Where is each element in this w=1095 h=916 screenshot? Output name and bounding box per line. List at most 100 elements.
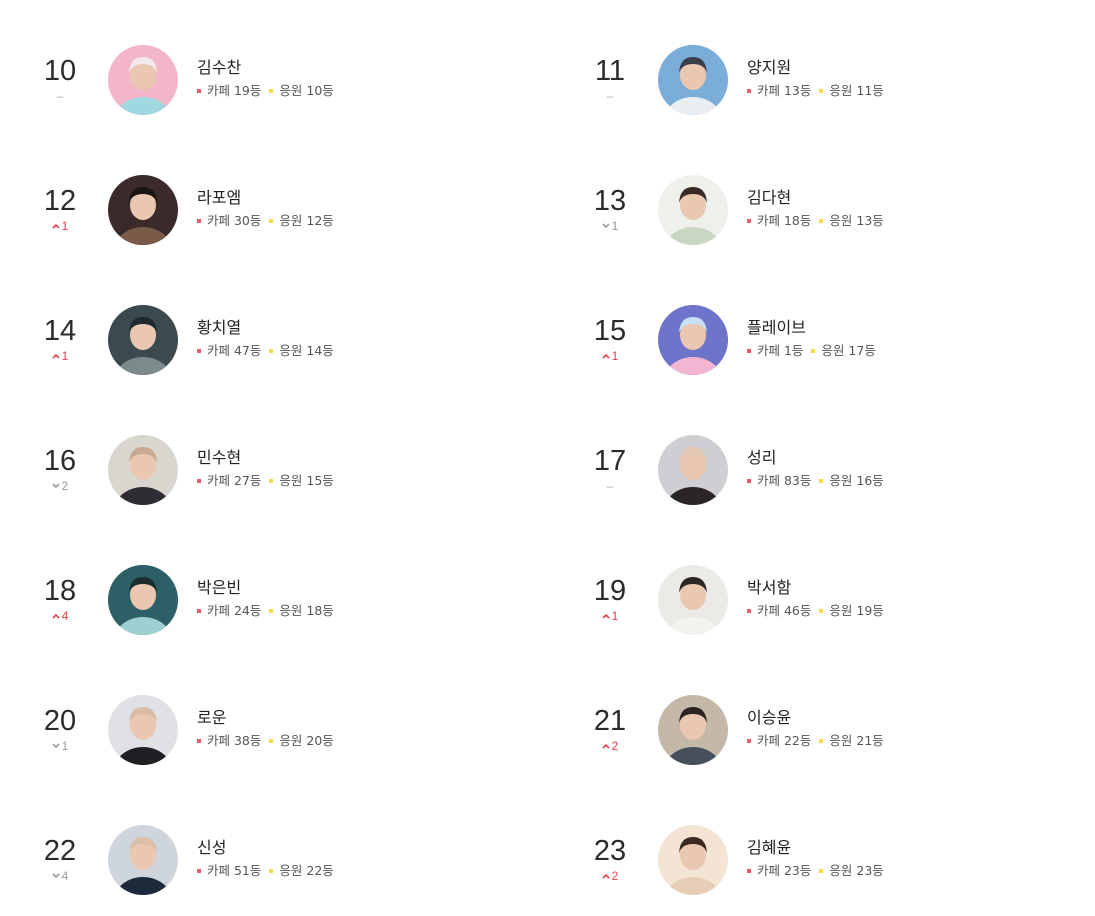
avatar[interactable] [658,45,728,115]
rank-change: 1 [580,349,640,363]
ranking-card[interactable]: 14 1 황치열 카페 47등 응원 14등 [30,305,510,395]
artist-name[interactable]: 박은빈 [197,577,342,599]
ranking-card[interactable]: 12 1 라포엠 카페 30등 응원 12등 [30,175,510,265]
cafe-rank: 카페 13등 [747,83,811,99]
artist-name[interactable]: 라포엠 [197,187,342,209]
rank-change: – [30,89,90,103]
ranking-card[interactable]: 11 – 양지원 카페 13등 응원 11등 [580,45,1060,135]
artist-name[interactable]: 로운 [197,707,342,729]
artist-name[interactable]: 성리 [747,447,892,469]
artist-name[interactable]: 김다현 [747,187,892,209]
avatar[interactable] [658,305,728,375]
avatar[interactable] [108,695,178,765]
cafe-rank-text: 카페 30등 [207,213,262,228]
cheer-rank: 응원 19등 [819,603,884,619]
artist-name[interactable]: 민수현 [197,447,342,469]
artist-name[interactable]: 양지원 [747,57,892,79]
avatar[interactable] [108,305,178,375]
avatar[interactable] [108,825,178,895]
avatar[interactable] [108,435,178,505]
cheer-rank: 응원 13등 [819,213,884,229]
ranking-card[interactable]: 23 2 김혜윤카페 23등 응원 23등 [580,825,1060,915]
avatar[interactable] [658,695,728,765]
cafe-dot [197,869,201,873]
rank-number: 16 [43,445,77,477]
ranking-card[interactable]: 18 4 박은빈카페 24등 응원 18등 [30,565,510,655]
cafe-rank: 카페 83등 [747,473,811,489]
cheer-rank: 응원 20등 [269,733,334,749]
artist-name[interactable]: 신성 [197,837,342,859]
cafe-rank-text: 카페 23등 [757,863,812,878]
artist-info: 박서함카페 46등 응원 19등 [747,577,892,619]
avatar[interactable] [658,825,728,895]
ranking-card[interactable]: 21 2 이승윤 카페 22등 응원 21등 [580,695,1060,785]
cheer-rank-text: 응원 19등 [829,603,884,618]
artist-info: 김수찬 카페 19등 응원 10등 [197,57,342,99]
ranking-card[interactable]: 20 1 로운 카페 38등 응원 20등 [30,695,510,785]
rank-column: 23 2 [580,825,640,883]
rank-change: – [580,479,640,493]
rank-change: 2 [580,739,640,753]
rank-stats: 카페 24등 응원 18등 [197,603,342,619]
rank-change-value: 1 [611,609,619,623]
arrow-up-icon [602,743,610,749]
rank-change: – [580,89,640,103]
rank-column: 13 1 [580,175,640,233]
cheer-dot [819,609,824,613]
ranking-card[interactable]: 16 2 민수현 카페 27등 응원 15등 [30,435,510,525]
cheer-rank-text: 응원 20등 [279,733,334,748]
rank-stats: 카페 46등 응원 19등 [747,603,892,619]
ranking-card[interactable]: 17 – 성리 카페 83등 응원 16등 [580,435,1060,525]
artist-info: 플레이브 카페 1등 응원 17등 [747,317,884,359]
avatar[interactable] [108,565,178,635]
cheer-rank-text: 응원 15등 [279,473,334,488]
cafe-rank: 카페 30등 [197,213,261,229]
avatar[interactable] [658,175,728,245]
rank-number: 15 [593,315,627,347]
ranking-card[interactable]: 22 4 신성 카페 51등 응원 22등 [30,825,510,915]
rank-change-value: 2 [611,739,619,753]
cafe-dot [747,739,751,743]
ranking-card[interactable]: 15 1 플레이브 카페 1등 응원 17등 [580,305,1060,395]
rank-column: 10 – [30,45,90,103]
ranking-card[interactable]: 19 1 박서함카페 46등 응원 19등 [580,565,1060,655]
artist-info: 김다현 카페 18등 응원 13등 [747,187,892,229]
cheer-rank: 응원 18등 [269,603,334,619]
cheer-rank: 응원 11등 [819,83,884,99]
rank-change-value: 1 [61,739,69,753]
avatar[interactable] [658,565,728,635]
rank-column: 15 1 [580,305,640,363]
artist-name[interactable]: 김수찬 [197,57,342,79]
arrow-up-icon [52,613,60,619]
avatar[interactable] [108,45,178,115]
rank-stats: 카페 27등 응원 15등 [197,473,342,489]
cheer-rank-text: 응원 10등 [279,83,334,98]
cheer-rank-text: 응원 17등 [821,343,876,358]
rank-change-value: 4 [61,869,69,883]
artist-info: 박은빈카페 24등 응원 18등 [197,577,342,619]
rank-number: 17 [593,445,627,477]
cheer-rank: 응원 14등 [269,343,334,359]
artist-info: 라포엠 카페 30등 응원 12등 [197,187,342,229]
rank-change: 2 [580,869,640,883]
artist-name[interactable]: 플레이브 [747,317,884,339]
ranking-card[interactable]: 10 – 김수찬 카페 19등 응원 10등 [30,45,510,135]
cafe-dot [747,219,751,223]
artist-info: 성리 카페 83등 응원 16등 [747,447,892,489]
artist-name[interactable]: 이승윤 [747,707,892,729]
cafe-rank: 카페 51등 [197,863,261,879]
rank-column: 18 4 [30,565,90,623]
cheer-rank: 응원 23등 [819,863,884,879]
cafe-rank: 카페 22등 [747,733,811,749]
rank-change-value: 1 [611,219,619,233]
avatar[interactable] [658,435,728,505]
arrow-up-icon [52,223,60,229]
artist-name[interactable]: 김혜윤 [747,837,892,859]
rank-column: 19 1 [580,565,640,623]
artist-info: 로운 카페 38등 응원 20등 [197,707,342,749]
artist-name[interactable]: 황치열 [197,317,342,339]
ranking-card[interactable]: 13 1 김다현 카페 18등 응원 13등 [580,175,1060,265]
avatar[interactable] [108,175,178,245]
rank-stats: 카페 51등 응원 22등 [197,863,342,879]
artist-name[interactable]: 박서함 [747,577,892,599]
